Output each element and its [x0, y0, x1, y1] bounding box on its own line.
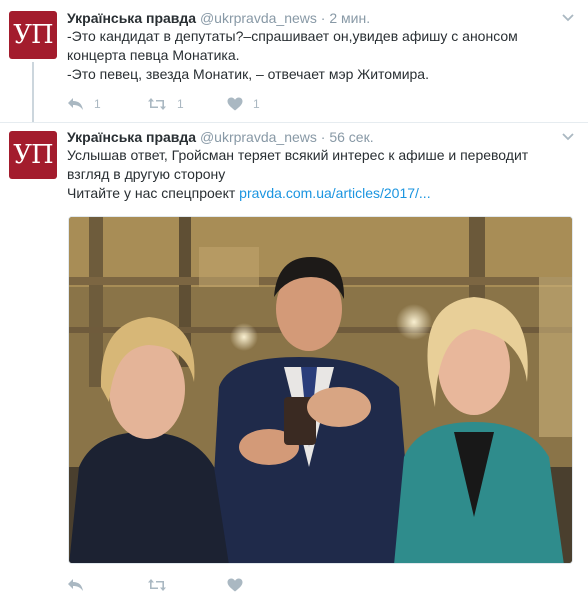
chevron-down-icon[interactable] [562, 14, 574, 22]
tweet-line: концерта певца Монатика. [67, 47, 240, 63]
tweet[interactable]: УП Українська правда @ukrpravda_news · 5… [0, 122, 588, 599]
separator: · [320, 10, 326, 26]
reply-icon [68, 579, 83, 591]
avatar-logo-text: УП [13, 20, 53, 50]
tweet-text: -Это кандидат в депутаты?–спрашивает он,… [67, 27, 572, 84]
retweet-button[interactable]: 1 [147, 97, 227, 111]
reply-button[interactable] [67, 578, 147, 592]
tweet-actions [67, 575, 307, 595]
author-name[interactable]: Українська правда [67, 10, 196, 26]
author-handle[interactable]: @ukrpravda_news [200, 129, 317, 145]
like-button[interactable]: 1 [227, 97, 307, 111]
reply-icon [68, 98, 83, 110]
tweet-line: Читайте у нас спецпроект pravda.com.ua/a… [67, 184, 572, 203]
author-name[interactable]: Українська правда [67, 129, 196, 145]
photo-illustration [69, 217, 572, 563]
tweet-photo[interactable] [68, 216, 573, 564]
chevron-down-icon[interactable] [562, 133, 574, 141]
reply-count: 1 [94, 97, 101, 111]
timestamp[interactable]: 56 сек. [329, 129, 373, 145]
link-prefix: Читайте у нас спецпроект [67, 185, 240, 201]
tweet-header: Українська правда @ukrpravda_news · 2 ми… [67, 9, 370, 27]
article-link[interactable]: pravda.com.ua/articles/2017/... [239, 185, 430, 201]
tweet-line: взгляд в другую сторону [67, 166, 226, 182]
heart-icon [227, 578, 243, 592]
retweet-icon [148, 98, 166, 110]
heart-icon [227, 97, 243, 111]
retweet-icon [148, 579, 166, 591]
like-count: 1 [253, 97, 260, 111]
tweet-line: Услышав ответ, Гройсман теряет всякий ин… [67, 147, 529, 163]
avatar-logo-text: УП [13, 140, 53, 170]
tweet-line: -Это кандидат в депутаты?–спрашивает он,… [67, 28, 518, 44]
separator: · [320, 129, 326, 145]
avatar[interactable]: УП [9, 131, 57, 179]
tweet-text: Услышав ответ, Гройсман теряет всякий ин… [67, 146, 572, 203]
like-button[interactable] [227, 578, 307, 592]
tweet[interactable]: УП Українська правда @ukrpravda_news · 2… [0, 0, 588, 122]
retweet-count: 1 [177, 97, 184, 111]
thread-connector [32, 62, 34, 122]
avatar[interactable]: УП [9, 11, 57, 59]
author-handle[interactable]: @ukrpravda_news [200, 10, 317, 26]
retweet-button[interactable] [147, 578, 227, 592]
tweet-actions: 1 1 1 [67, 94, 307, 114]
reply-button[interactable]: 1 [67, 97, 147, 111]
tweet-header: Українська правда @ukrpravda_news · 56 с… [67, 128, 374, 146]
tweet-line: -Это певец, звезда Монатик, – отвечает м… [67, 66, 429, 82]
timestamp[interactable]: 2 мин. [329, 10, 370, 26]
